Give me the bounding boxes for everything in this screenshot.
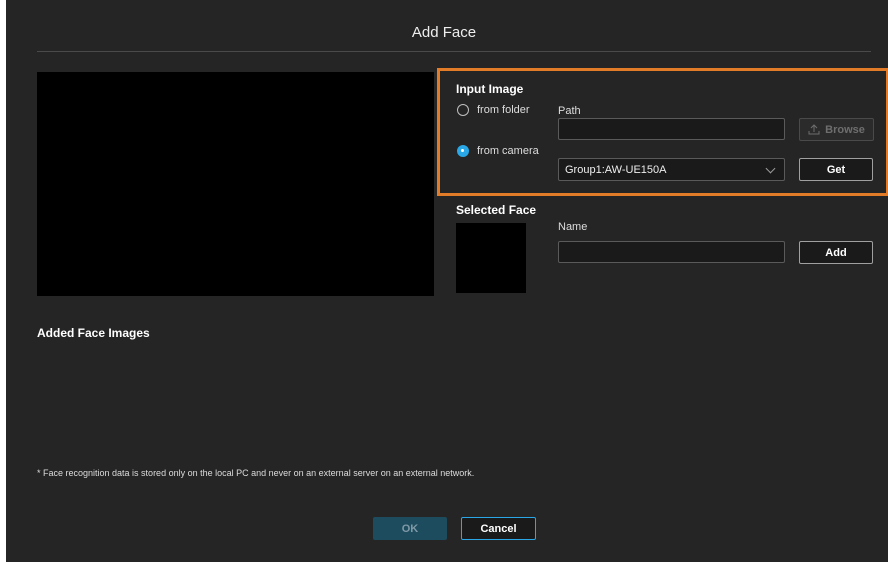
camera-select-value: Group1:AW-UE150A	[565, 163, 667, 176]
upload-icon	[808, 124, 820, 135]
title-divider	[37, 51, 871, 52]
radio-from-camera[interactable]: from camera	[457, 145, 539, 157]
privacy-note: * Face recognition data is stored only o…	[37, 468, 475, 478]
name-label: Name	[558, 221, 588, 233]
from-camera-label: from camera	[477, 145, 539, 157]
browse-label: Browse	[825, 123, 865, 136]
radio-from-folder[interactable]: from folder	[457, 104, 530, 116]
cancel-button[interactable]: Cancel	[461, 517, 536, 540]
path-input[interactable]	[558, 118, 785, 140]
added-face-images-heading: Added Face Images	[37, 326, 150, 340]
selected-face-thumbnail	[456, 223, 526, 293]
add-button[interactable]: Add	[799, 241, 873, 264]
input-image-heading: Input Image	[456, 82, 524, 96]
camera-select[interactable]: Group1:AW-UE150A	[558, 158, 785, 181]
image-preview	[37, 72, 434, 296]
browse-button[interactable]: Browse	[799, 118, 874, 141]
radio-unchecked-icon[interactable]	[457, 104, 469, 116]
ok-button[interactable]: OK	[373, 517, 447, 540]
selected-face-heading: Selected Face	[456, 203, 537, 217]
path-label: Path	[558, 105, 581, 117]
dialog-title: Add Face	[411, 24, 477, 41]
from-folder-label: from folder	[477, 104, 530, 116]
add-face-dialog: Add Face Input Image from folder from ca…	[6, 0, 888, 562]
chevron-down-icon	[765, 163, 776, 174]
get-button[interactable]: Get	[799, 158, 873, 181]
radio-checked-icon[interactable]	[457, 145, 469, 157]
name-input[interactable]	[558, 241, 785, 263]
